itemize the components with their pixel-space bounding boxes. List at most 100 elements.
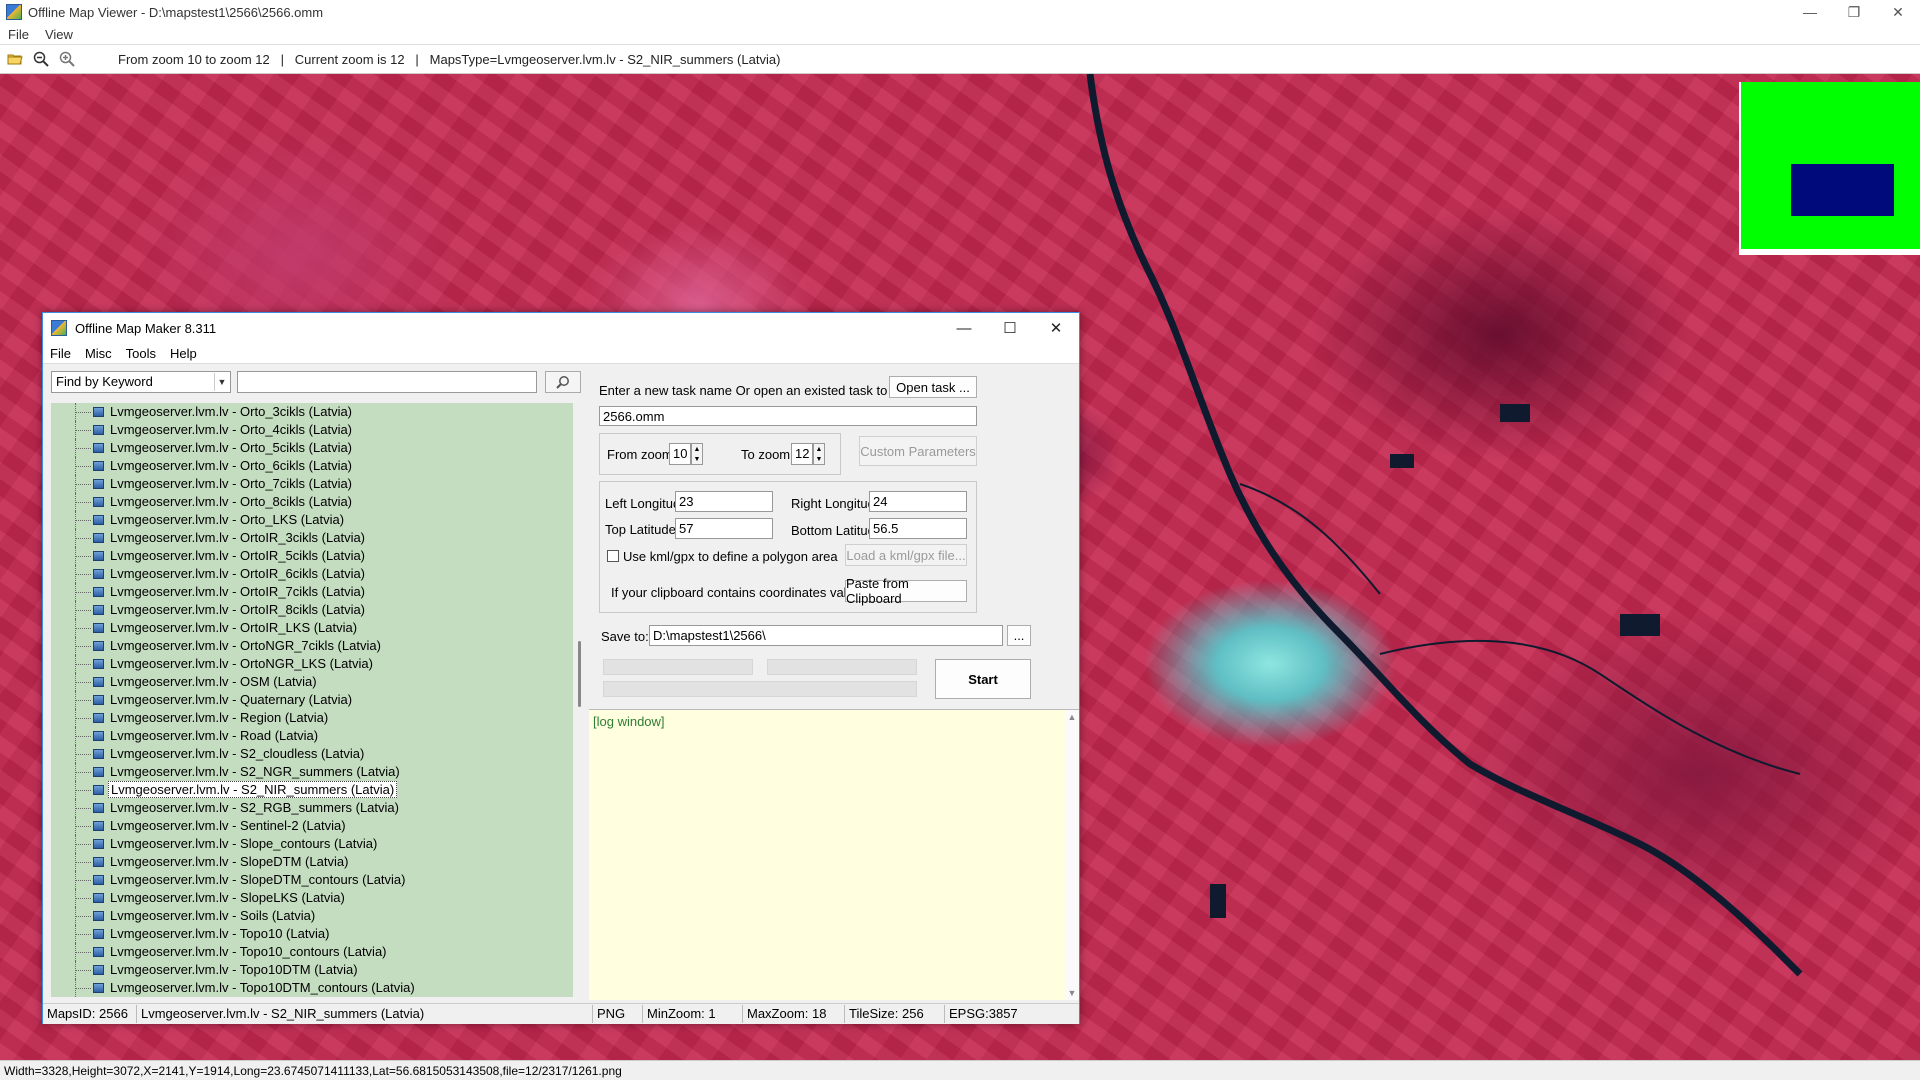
tree-item[interactable]: Lvmgeoserver.lvm.lv - SlopeLKS (Latvia) [51, 889, 417, 907]
task-name-field[interactable]: 2566.omm [599, 406, 977, 426]
map-layer-icon [93, 821, 104, 831]
tree-item[interactable]: Lvmgeoserver.lvm.lv - Orto_7cikls (Latvi… [51, 475, 417, 493]
to-zoom-input[interactable]: 12 [791, 443, 813, 465]
chevron-down-icon[interactable]: ▼ [214, 373, 229, 391]
tree-item[interactable]: Lvmgeoserver.lvm.lv - Orto_5cikls (Latvi… [51, 439, 417, 457]
task-panel: Enter a new task name Or open an existed… [589, 363, 1079, 1023]
minimap-viewport[interactable] [1791, 164, 1894, 216]
tree-item-label: Lvmgeoserver.lvm.lv - Orto_6cikls (Latvi… [110, 458, 353, 473]
dialog-minimize-button[interactable]: — [941, 313, 987, 343]
map-layer-icon [93, 515, 104, 525]
tree-item[interactable]: Lvmgeoserver.lvm.lv - Region (Latvia) [51, 709, 417, 727]
tree-item-label: Lvmgeoserver.lvm.lv - Orto_5cikls (Latvi… [110, 440, 353, 455]
search-button[interactable] [545, 371, 581, 393]
tree-item-label: Lvmgeoserver.lvm.lv - OrtoIR_8cikls (Lat… [110, 602, 366, 617]
dialog-menu-tools[interactable]: Tools [119, 346, 163, 361]
load-kml-button[interactable]: Load a kml/gpx file... [845, 544, 967, 566]
map-layer-icon [93, 893, 104, 903]
bottom-latitude-input[interactable]: 56.5 [869, 518, 967, 539]
menu-view[interactable]: View [37, 27, 81, 42]
tree-item[interactable]: Lvmgeoserver.lvm.lv - SlopeDTM (Latvia) [51, 853, 417, 871]
from-zoom-input[interactable]: 10 [669, 443, 691, 465]
tree-item[interactable]: Lvmgeoserver.lvm.lv - Orto_8cikls (Latvi… [51, 493, 417, 511]
tree-item[interactable]: Lvmgeoserver.lvm.lv - OrtoIR_3cikls (Lat… [51, 529, 417, 547]
dialog-titlebar[interactable]: Offline Map Maker 8.311 — ☐ ✕ [43, 313, 1079, 343]
tree-item[interactable]: Lvmgeoserver.lvm.lv - Orto_3cikls (Latvi… [51, 403, 417, 421]
dialog-menu-help[interactable]: Help [163, 346, 204, 361]
tree-item[interactable]: Lvmgeoserver.lvm.lv - Sentinel-2 (Latvia… [51, 817, 417, 835]
left-longitude-input[interactable]: 23 [675, 491, 773, 512]
tree-item-label: Lvmgeoserver.lvm.lv - Topo10DTM (Latvia) [110, 962, 358, 977]
custom-parameters-button[interactable]: Custom Parameters [859, 436, 977, 466]
save-path-input[interactable]: D:\mapstest1\2566\ [649, 625, 1003, 646]
tree-item-label: Lvmgeoserver.lvm.lv - Region (Latvia) [110, 710, 329, 725]
tree-item[interactable]: Lvmgeoserver.lvm.lv - Topo10DTM (Latvia) [51, 961, 417, 979]
top-latitude-input[interactable]: 57 [675, 518, 773, 539]
search-input[interactable] [237, 371, 537, 393]
tree-item[interactable]: Lvmgeoserver.lvm.lv - OrtoIR_8cikls (Lat… [51, 601, 417, 619]
kml-checkbox[interactable] [607, 550, 619, 562]
start-button[interactable]: Start [935, 659, 1031, 699]
log-scrollbar[interactable]: ▲ ▼ [1065, 710, 1079, 1000]
tree-item[interactable]: Lvmgeoserver.lvm.lv - SlopeDTM_contours … [51, 871, 417, 889]
tree-item[interactable]: Lvmgeoserver.lvm.lv - Orto_4cikls (Latvi… [51, 421, 417, 439]
tree-scrollbar[interactable] [573, 403, 587, 997]
browse-button[interactable]: ... [1007, 625, 1031, 646]
dialog-maximize-button[interactable]: ☐ [987, 313, 1033, 343]
open-task-button[interactable]: Open task ... [889, 376, 977, 398]
tree-item-label: Lvmgeoserver.lvm.lv - Topo10 (Latvia) [110, 926, 330, 941]
zoom-out-icon[interactable] [30, 48, 52, 70]
tree-item-label: Lvmgeoserver.lvm.lv - OSM (Latvia) [110, 674, 317, 689]
tree-item[interactable]: Lvmgeoserver.lvm.lv - OrtoNGR_LKS (Latvi… [51, 655, 417, 673]
tree-item[interactable]: Lvmgeoserver.lvm.lv - Orto_6cikls (Latvi… [51, 457, 417, 475]
tree-item[interactable]: Lvmgeoserver.lvm.lv - S2_cloudless (Latv… [51, 745, 417, 763]
app-titlebar: Offline Map Viewer - D:\mapstest1\2566\2… [0, 0, 1920, 24]
tree-item[interactable]: Lvmgeoserver.lvm.lv - Road (Latvia) [51, 727, 417, 745]
dialog-close-button[interactable]: ✕ [1033, 313, 1079, 343]
paste-clipboard-button[interactable]: Paste from Clipboard [845, 576, 967, 606]
search-mode-select[interactable]: Find by Keyword ▼ [51, 371, 231, 393]
right-longitude-input[interactable]: 24 [869, 491, 967, 512]
scroll-down-icon[interactable]: ▼ [1065, 988, 1079, 998]
open-folder-icon[interactable] [4, 48, 26, 70]
menu-file[interactable]: File [0, 27, 37, 42]
minimap[interactable] [1739, 82, 1920, 255]
from-zoom-spinner[interactable]: ▲ ▼ [691, 443, 703, 465]
tree-item[interactable]: Lvmgeoserver.lvm.lv - OSM (Latvia) [51, 673, 417, 691]
maximize-button[interactable]: ❐ [1832, 0, 1876, 24]
tree-item[interactable]: Lvmgeoserver.lvm.lv - Quaternary (Latvia… [51, 691, 417, 709]
minimize-button[interactable]: — [1788, 0, 1832, 24]
zoom-in-icon[interactable] [56, 48, 78, 70]
map-layer-icon [93, 965, 104, 975]
tree-item[interactable]: Lvmgeoserver.lvm.lv - OrtoIR_5cikls (Lat… [51, 547, 417, 565]
tree-item[interactable]: Lvmgeoserver.lvm.lv - Topo10DTM_contours… [51, 979, 417, 997]
tree-item-label: Lvmgeoserver.lvm.lv - Orto_8cikls (Latvi… [110, 494, 353, 509]
close-button[interactable]: ✕ [1876, 0, 1920, 24]
tree-item[interactable]: Lvmgeoserver.lvm.lv - Topo10_contours (L… [51, 943, 417, 961]
tree-item[interactable]: Lvmgeoserver.lvm.lv - S2_RGB_summers (La… [51, 799, 417, 817]
tree-scrollbar-thumb[interactable] [578, 641, 581, 707]
tree-item[interactable]: Lvmgeoserver.lvm.lv - Slope_contours (La… [51, 835, 417, 853]
to-zoom-spinner[interactable]: ▲ ▼ [813, 443, 825, 465]
map-layer-icon [93, 479, 104, 489]
map-type-tree[interactable]: Lvmgeoserver.lvm.lv - Orto_3cikls (Latvi… [51, 403, 583, 997]
tree-item[interactable]: Lvmgeoserver.lvm.lv - Orto_LKS (Latvia) [51, 511, 417, 529]
tree-item[interactable]: Lvmgeoserver.lvm.lv - S2_NIR_summers (La… [51, 781, 417, 799]
scroll-up-icon[interactable]: ▲ [1065, 712, 1079, 722]
dialog-menu-bar: File Misc Tools Help [43, 343, 1079, 364]
menu-bar: File View [0, 24, 1920, 44]
dialog-menu-file[interactable]: File [43, 346, 78, 361]
tree-item[interactable]: Lvmgeoserver.lvm.lv - Topo10 (Latvia) [51, 925, 417, 943]
tree-item[interactable]: Lvmgeoserver.lvm.lv - OrtoIR_LKS (Latvia… [51, 619, 417, 637]
tree-item[interactable]: Lvmgeoserver.lvm.lv - S2_NGR_summers (La… [51, 763, 417, 781]
map-layer-icon [93, 713, 104, 723]
map-layer-icon [93, 785, 104, 795]
dialog-menu-misc[interactable]: Misc [78, 346, 119, 361]
tree-item-label: Lvmgeoserver.lvm.lv - Sentinel-2 (Latvia… [110, 818, 346, 833]
tree-item[interactable]: Lvmgeoserver.lvm.lv - OrtoIR_7cikls (Lat… [51, 583, 417, 601]
tree-item[interactable]: Lvmgeoserver.lvm.lv - OrtoNGR_7cikls (La… [51, 637, 417, 655]
tree-item[interactable]: Lvmgeoserver.lvm.lv - Soils (Latvia) [51, 907, 417, 925]
tree-item[interactable]: Lvmgeoserver.lvm.lv - OrtoIR_6cikls (Lat… [51, 565, 417, 583]
map-layer-icon [93, 533, 104, 543]
log-window[interactable]: [log window] ▲ ▼ [589, 709, 1079, 1000]
